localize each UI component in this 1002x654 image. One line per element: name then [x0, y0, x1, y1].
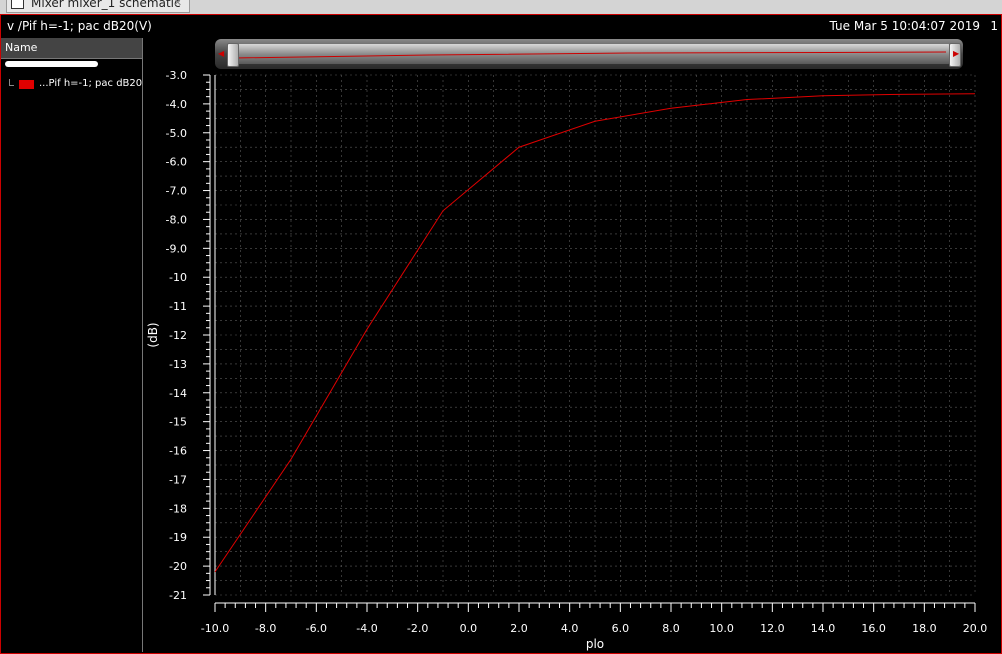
y-tick-label: -15: [169, 416, 187, 429]
y-tick-label: -16: [169, 445, 187, 458]
y-tick-label: -19: [169, 531, 187, 544]
x-tick-label: 16.0: [861, 622, 886, 635]
y-tick-label: -14: [169, 387, 187, 400]
x-tick-label: 4.0: [561, 622, 579, 635]
y-tick-label: -6.0: [166, 156, 187, 169]
y-tick-label: -13: [169, 358, 187, 371]
x-tick-label: 0.0: [460, 622, 478, 635]
x-tick-label: 2.0: [510, 622, 528, 635]
x-tick-label: 14.0: [811, 622, 836, 635]
y-tick-label: -5.0: [166, 127, 187, 140]
y-tick-label: -4.0: [166, 98, 187, 111]
x-tick-label: -10.0: [201, 622, 229, 635]
x-tick-label: 8.0: [662, 622, 680, 635]
y-tick-label: -18: [169, 502, 187, 515]
x-tick-label: -8.0: [255, 622, 276, 635]
y-tick-label: -11: [169, 300, 187, 313]
tick-labels: -10.0 -8.0 -6.0 -4.0 -2.0 0.0 2.0 4.0 6.0 8.0 10.0…: [166, 69, 988, 635]
y-tick-label: -21: [169, 589, 187, 602]
y-tick-label: -10: [169, 271, 187, 284]
y-tick-label: -17: [169, 473, 187, 486]
x-tick-label: 6.0: [612, 622, 630, 635]
x-tick-label: 10.0: [709, 622, 734, 635]
x-tick-label: -6.0: [306, 622, 327, 635]
x-tick-label: 20.0: [963, 622, 988, 635]
x-axis-label: plo: [586, 637, 604, 651]
axes: [203, 74, 976, 612]
y-tick-label: -3.0: [166, 69, 187, 82]
x-tick-label: -4.0: [356, 622, 377, 635]
x-tick-label: 18.0: [912, 622, 937, 635]
y-tick-label: -20: [169, 560, 187, 573]
y-tick-label: -12: [169, 329, 187, 342]
y-tick-label: -8.0: [166, 213, 187, 226]
grid: [214, 74, 976, 596]
x-tick-label: -2.0: [407, 622, 428, 635]
y-axis-label: (dB): [146, 322, 160, 347]
y-tick-label: -7.0: [166, 185, 187, 198]
chart-canvas[interactable]: -10.0 -8.0 -6.0 -4.0 -2.0 0.0 2.0 4.0 6.0 8.0 10.0…: [0, 0, 1002, 654]
y-tick-label: -9.0: [166, 242, 187, 255]
x-tick-label: 12.0: [760, 622, 785, 635]
